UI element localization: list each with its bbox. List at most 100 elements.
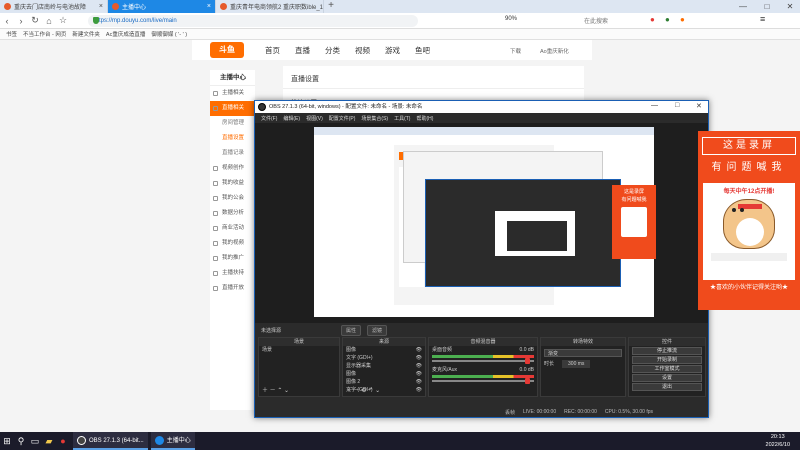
zoom-level[interactable]: 90%: [505, 16, 517, 22]
nav-category[interactable]: 分类: [325, 45, 340, 56]
close-window-button[interactable]: ✕: [782, 0, 798, 13]
volume-knob[interactable]: [525, 358, 530, 364]
menu-help[interactable]: 帮助(H): [416, 115, 433, 122]
sidebar-item[interactable]: 直播记录: [210, 146, 255, 161]
browser-icon[interactable]: ●: [56, 432, 70, 450]
sidebar-item[interactable]: 直播设置: [210, 131, 255, 146]
bookmark-item[interactable]: 新建文件夹: [72, 30, 100, 38]
explorer-icon[interactable]: ▰: [42, 432, 56, 450]
user-link[interactable]: Ao重庆新化: [540, 47, 569, 55]
close-icon[interactable]: ×: [323, 3, 324, 10]
nav-live[interactable]: 直播: [295, 45, 310, 56]
source-item[interactable]: 显示器采集 👁: [343, 362, 425, 370]
menu-file[interactable]: 文件(F): [261, 115, 277, 122]
studio-mode-button[interactable]: 工作室模式: [632, 365, 702, 373]
bookmark-item[interactable]: 御顺御媒 ( '- ' ): [151, 30, 187, 38]
close-icon[interactable]: ×: [207, 3, 211, 10]
sidebar-item[interactable]: 我的收益: [210, 176, 255, 191]
duration-input[interactable]: 300 ms: [562, 360, 591, 368]
task-view-icon[interactable]: ▭: [28, 432, 42, 450]
system-clock[interactable]: 20:13 2022/6/10: [766, 433, 790, 449]
browser-tab-active[interactable]: 主播中心 ×: [108, 0, 216, 13]
bookmark-item[interactable]: Ac重庆成造直播: [106, 30, 145, 38]
source-item[interactable]: 图像 👁: [343, 346, 425, 354]
visibility-eye-icon[interactable]: 👁: [416, 362, 422, 370]
obs-maximize-button[interactable]: □: [675, 102, 679, 109]
properties-button[interactable]: 属性: [341, 324, 362, 336]
taskbar-app-browser[interactable]: 主播中心: [150, 432, 195, 450]
nav-game[interactable]: 游戏: [385, 45, 400, 56]
douyu-logo[interactable]: 斗鱼: [210, 42, 244, 58]
dropped-frames: 丢帧: [505, 409, 516, 416]
menu-scene-collection[interactable]: 场景集合(S): [361, 115, 388, 122]
volume-slider[interactable]: [432, 378, 534, 384]
menu-view[interactable]: 视图(V): [306, 115, 323, 122]
nav-yuba[interactable]: 鱼吧: [415, 45, 430, 56]
visibility-eye-icon[interactable]: 👁: [416, 370, 422, 378]
star-icon[interactable]: ☆: [56, 15, 70, 26]
exit-button[interactable]: 退出: [632, 383, 702, 391]
extension-icon[interactable]: ●: [650, 15, 655, 24]
close-icon[interactable]: ×: [99, 3, 103, 10]
sidebar-item[interactable]: 我的公会: [210, 191, 255, 206]
sidebar-item[interactable]: 商业活动: [210, 221, 255, 236]
reload-icon[interactable]: ↻: [28, 15, 42, 26]
home-icon[interactable]: ⌂: [42, 16, 56, 26]
sidebar-item[interactable]: 直播开放: [210, 281, 255, 296]
download-link[interactable]: 下载: [510, 47, 521, 55]
bookmark-item[interactable]: 书签: [6, 30, 17, 38]
obs-close-button[interactable]: ✕: [696, 102, 702, 110]
obs-minimize-button[interactable]: —: [651, 102, 658, 109]
obs-app-icon: [77, 435, 86, 445]
volume-slider[interactable]: [432, 358, 534, 364]
scene-item[interactable]: 场景: [259, 346, 339, 354]
sidebar-item[interactable]: 主播扶持: [210, 266, 255, 281]
minimize-button[interactable]: —: [735, 0, 751, 13]
visibility-eye-icon[interactable]: 👁: [416, 354, 422, 362]
visibility-eye-icon[interactable]: 👁: [416, 378, 422, 386]
sidebar-item[interactable]: 房间管理: [210, 116, 255, 131]
sidebar-item[interactable]: 视频创作: [210, 161, 255, 176]
sidebar-item[interactable]: 直播相关: [210, 101, 255, 116]
start-recording-button[interactable]: 开始录制: [632, 356, 702, 364]
back-icon[interactable]: ‹: [0, 16, 14, 26]
source-label: 文字 (GDI+): [346, 355, 373, 361]
menu-icon[interactable]: ≡: [760, 14, 765, 24]
nav-home[interactable]: 首页: [265, 45, 280, 56]
sidebar-item-label: 商业活动: [222, 225, 245, 231]
search-icon[interactable]: ⚲: [14, 432, 28, 450]
browser-tab[interactable]: 重庆去门店南岭与电池故障 ×: [0, 0, 108, 13]
menu-tools[interactable]: 工具(T): [394, 115, 410, 122]
source-item[interactable]: 图像 👁: [343, 370, 425, 378]
stop-streaming-button[interactable]: 停止推流: [632, 347, 702, 355]
source-item[interactable]: 文字 (GDI+) 👁: [343, 354, 425, 362]
volume-knob[interactable]: [525, 378, 530, 384]
extension-icon[interactable]: ●: [665, 15, 670, 24]
transition-type-select[interactable]: 渐变: [544, 349, 622, 357]
sidebar-item[interactable]: 我的视频: [210, 236, 255, 251]
bookmark-item[interactable]: 不当工作台 - 网页: [23, 30, 66, 38]
windows-start-icon[interactable]: ⊞: [0, 432, 14, 450]
forward-icon[interactable]: ›: [14, 16, 28, 26]
menu-profile[interactable]: 配置文件(P): [329, 115, 356, 122]
maximize-button[interactable]: □: [759, 0, 775, 13]
url-input[interactable]: https://mp.douyu.com/live/main: [88, 15, 418, 27]
sidebar-item[interactable]: 我的推广: [210, 251, 255, 266]
filters-button[interactable]: 滤镜: [367, 324, 388, 336]
visibility-eye-icon[interactable]: 👁: [416, 346, 422, 354]
source-item[interactable]: 图像 2 👁: [343, 378, 425, 386]
banner-schedule: 每天中午12点开播!: [723, 189, 775, 195]
settings-button[interactable]: 设置: [632, 374, 702, 382]
taskbar-app-obs[interactable]: OBS 27.1.3 (64-bit...: [73, 432, 148, 450]
channel-db: 0.0 dB: [519, 367, 534, 373]
sidebar-item[interactable]: 数据分析: [210, 206, 255, 221]
nav-video[interactable]: 视频: [355, 45, 370, 56]
sidebar-item[interactable]: 主播相关: [210, 86, 255, 101]
audio-meter: [432, 375, 534, 378]
browser-tab[interactable]: 重庆青年电商领航2 重庆职数ible_1×: [216, 0, 324, 13]
menu-edit[interactable]: 编辑(E): [283, 115, 300, 122]
extension-icon[interactable]: ●: [680, 15, 685, 24]
new-tab-button[interactable]: +: [325, 0, 337, 13]
browser-search-input[interactable]: 在此搜索: [584, 16, 608, 25]
preview-browser-chrome: [314, 127, 654, 135]
